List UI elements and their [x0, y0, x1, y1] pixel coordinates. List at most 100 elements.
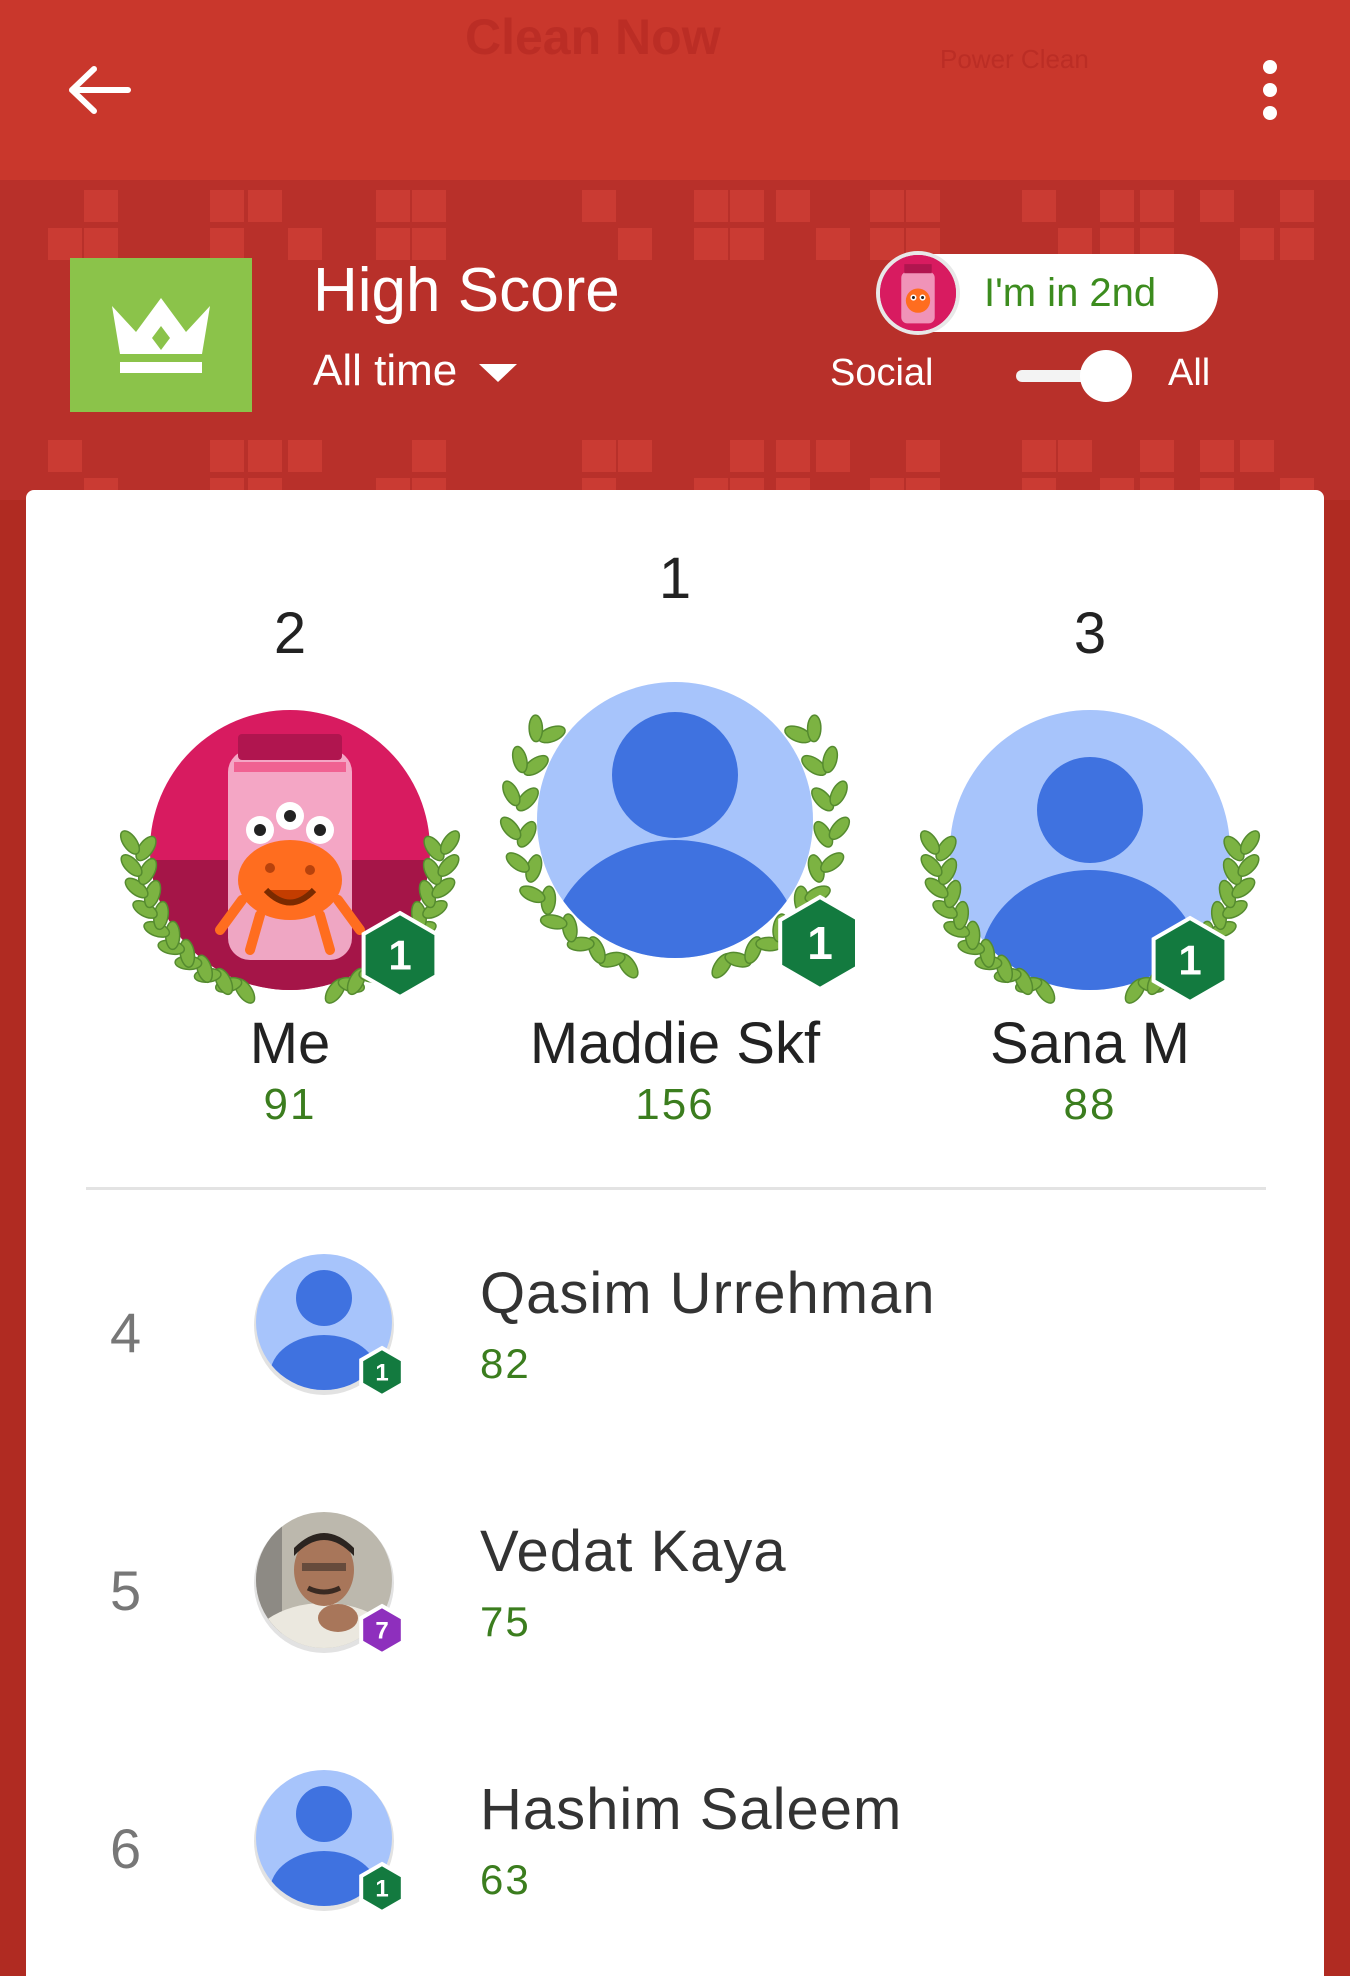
- row-avatar: 1: [242, 1250, 412, 1400]
- time-filter-label: All time: [313, 346, 458, 395]
- brick: [776, 440, 810, 472]
- podium-avatar: 1: [110, 710, 470, 1010]
- level-badge: 7: [359, 1603, 405, 1657]
- brick: [816, 228, 850, 260]
- brick: [84, 228, 118, 260]
- podium-first[interactable]: 1 1 Maddie Skf 156: [495, 490, 862, 1170]
- svg-text:1: 1: [375, 1359, 388, 1386]
- more-options-button[interactable]: [1245, 55, 1295, 125]
- my-rank-chip[interactable]: I'm in 2nd: [876, 251, 1218, 335]
- default-person-avatar: 1: [254, 1770, 405, 1915]
- brick: [730, 228, 764, 260]
- brick: [870, 190, 904, 222]
- brick: [1022, 190, 1056, 222]
- level-badge: 1: [359, 1345, 405, 1399]
- svg-text:1: 1: [388, 932, 411, 979]
- default-person-avatar: 1: [499, 682, 862, 992]
- row-player-name: Vedat Kaya: [480, 1519, 787, 1584]
- crown-icon: [112, 298, 210, 373]
- row-rank: 6: [110, 1817, 142, 1880]
- brick: [1240, 440, 1274, 472]
- toggle-label-social: Social: [830, 352, 934, 394]
- podium-place: 1: [658, 546, 692, 611]
- social-all-toggle[interactable]: [1012, 350, 1136, 402]
- brick: [1280, 190, 1314, 222]
- podium-second[interactable]: 2 1 Me 91: [110, 490, 470, 1170]
- level-badge: 1: [361, 910, 439, 1000]
- brick: [248, 440, 282, 472]
- brick: [376, 190, 410, 222]
- row-rank: 5: [110, 1559, 142, 1622]
- brick: [1022, 440, 1056, 472]
- row-player-name: Hashim Saleem: [480, 1777, 903, 1842]
- podium-score: 88: [1063, 1080, 1117, 1129]
- default-person-avatar: 1: [919, 710, 1261, 1005]
- dropdown-arrow-icon: [479, 364, 518, 382]
- leaderboard-icon: [70, 258, 252, 412]
- row-score: 82: [480, 1340, 531, 1387]
- podium-avatar: 1: [495, 660, 862, 1000]
- brick: [1200, 190, 1234, 222]
- brick: [730, 190, 764, 222]
- brick: [906, 440, 940, 472]
- podium-name: Maddie Skf: [529, 1011, 821, 1076]
- podium-place: 2: [273, 601, 307, 666]
- leaderboard-row[interactable]: 5 7 Vedat Kaya 75: [26, 1508, 1324, 1708]
- monster-jar-avatar: 1: [119, 710, 461, 1004]
- brick: [618, 440, 652, 472]
- brick: [412, 190, 446, 222]
- row-avatar: 1: [242, 1766, 412, 1916]
- brick: [1240, 228, 1274, 260]
- brick: [618, 228, 652, 260]
- row-score: 63: [480, 1856, 531, 1903]
- svg-text:1: 1: [1178, 937, 1201, 984]
- brick: [84, 190, 118, 222]
- leaderboard-card: 2 1 Me 91 1 1 Maddie Skf 156 3 1 Sana M …: [26, 490, 1324, 1976]
- default-person-avatar: 1: [254, 1254, 405, 1399]
- brick: [730, 440, 764, 472]
- leaderboard-row[interactable]: 6 1 Hashim Saleem 63: [26, 1766, 1324, 1966]
- brick: [210, 190, 244, 222]
- level-badge: 1: [778, 894, 862, 992]
- podium-score: 91: [263, 1080, 317, 1129]
- brick: [210, 228, 244, 260]
- my-avatar: [876, 251, 960, 335]
- brick: [694, 228, 728, 260]
- row-player-name: Qasim Urrehman: [480, 1261, 936, 1326]
- brick: [210, 440, 244, 472]
- time-filter-dropdown[interactable]: All time: [313, 346, 518, 396]
- brick: [776, 190, 810, 222]
- more-vert-icon: [1263, 60, 1277, 74]
- leaderboard-row[interactable]: 4 1 Qasim Urrehman 82: [26, 1250, 1324, 1450]
- svg-text:1: 1: [375, 1875, 388, 1902]
- svg-text:1: 1: [807, 917, 833, 969]
- podium-score: 156: [635, 1080, 715, 1129]
- svg-text:7: 7: [375, 1617, 388, 1644]
- brick: [248, 190, 282, 222]
- row-rank: 4: [110, 1301, 142, 1364]
- podium-place: 3: [1073, 601, 1107, 666]
- brick: [48, 228, 82, 260]
- row-avatar: 7: [242, 1508, 412, 1658]
- brick: [1058, 440, 1092, 472]
- level-badge: 1: [359, 1861, 405, 1915]
- brick: [1200, 440, 1234, 472]
- brick: [1280, 228, 1314, 260]
- level-badge: 1: [1151, 915, 1229, 1005]
- brick: [582, 190, 616, 222]
- back-button[interactable]: [60, 60, 140, 120]
- more-vert-icon-dot: [1263, 106, 1277, 120]
- brick: [906, 190, 940, 222]
- brick: [1100, 190, 1134, 222]
- brick: [48, 440, 82, 472]
- photo-avatar: 7: [254, 1512, 405, 1657]
- more-vert-icon-dot: [1263, 83, 1277, 97]
- brick: [582, 440, 616, 472]
- arrow-left-icon: [69, 66, 131, 114]
- brick: [694, 190, 728, 222]
- podium-third[interactable]: 3 1 Sana M 88: [910, 490, 1270, 1170]
- podium-divider: [86, 1187, 1266, 1190]
- brick: [1140, 440, 1174, 472]
- leaderboard-title: High Score: [313, 256, 620, 325]
- row-score: 75: [480, 1598, 531, 1645]
